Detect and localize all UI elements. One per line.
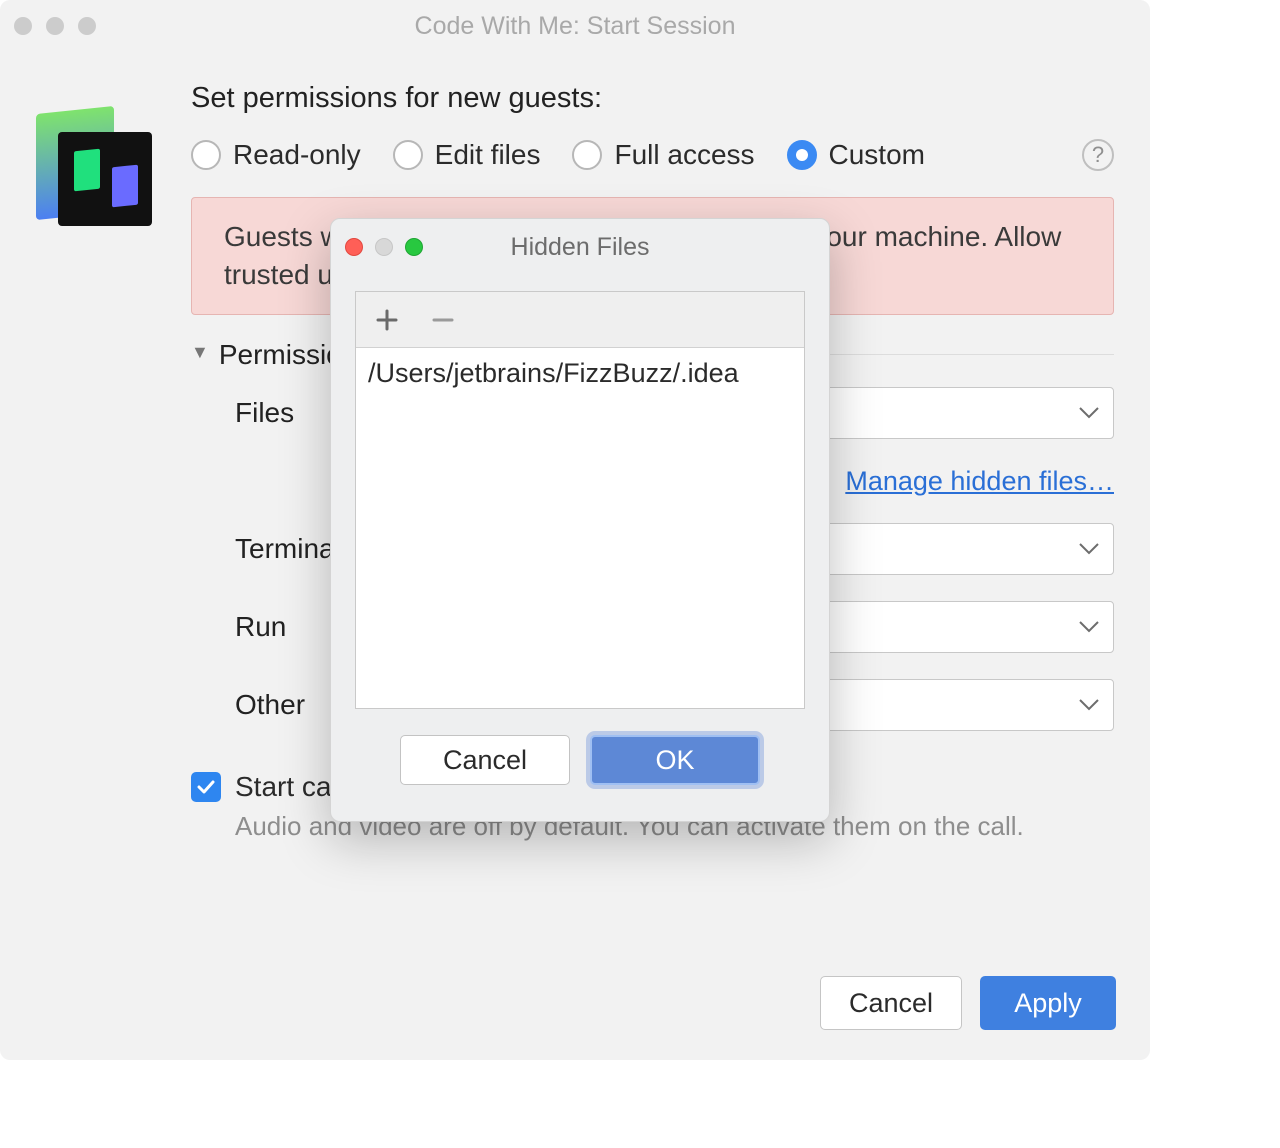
radio-label: Custom [829,139,925,171]
zoom-window-icon[interactable] [78,17,96,35]
chevron-down-icon [1079,699,1099,711]
chevron-down-icon [1079,621,1099,633]
chevron-down-icon [1079,407,1099,419]
list-items[interactable]: /Users/jetbrains/FizzBuzz/.idea [356,348,804,708]
close-window-icon[interactable] [14,17,32,35]
permissions-radio-group: Read-only Edit files Full access Custom … [191,139,1114,171]
list-item[interactable]: /Users/jetbrains/FizzBuzz/.idea [356,348,804,399]
minimize-window-icon[interactable] [375,238,393,256]
radio-label: Read-only [233,139,361,171]
close-window-icon[interactable] [345,238,363,256]
permissions-heading: Set permissions for new guests: [191,82,1114,115]
cancel-button[interactable]: Cancel [820,976,962,1030]
radio-icon [572,140,602,170]
radio-icon [191,140,221,170]
dialog-cancel-button[interactable]: Cancel [400,735,570,785]
main-button-row: Cancel Apply [820,976,1116,1030]
dialog-button-row: Cancel OK [331,735,829,785]
start-session-dialog: Code With Me: Start Session Set permissi… [0,0,1150,1060]
hidden-files-dialog: Hidden Files /Users/jetbrains/FizzBuzz/.… [330,218,830,822]
chevron-down-icon [1079,543,1099,555]
traffic-lights [14,17,96,35]
button-label: Cancel [849,988,933,1019]
list-toolbar [356,292,804,348]
zoom-window-icon[interactable] [405,238,423,256]
apply-button[interactable]: Apply [980,976,1116,1030]
dialog-ok-button[interactable]: OK [590,735,760,785]
manage-hidden-files-link[interactable]: Manage hidden files… [845,466,1114,496]
help-icon[interactable]: ? [1082,139,1114,171]
radio-icon [393,140,423,170]
radio-edit-files[interactable]: Edit files [393,139,541,171]
disclosure-down-icon: ▼ [191,342,209,363]
radio-label: Edit files [435,139,541,171]
button-label: Cancel [443,745,527,776]
add-item-button[interactable] [372,305,402,335]
radio-custom[interactable]: Custom [787,139,925,171]
button-label: Apply [1014,988,1082,1019]
main-window-title: Code With Me: Start Session [0,0,1150,52]
minimize-window-icon[interactable] [46,17,64,35]
code-with-me-logo-icon [36,110,146,220]
traffic-lights [345,238,423,256]
radio-label: Full access [614,139,754,171]
remove-item-button[interactable] [428,305,458,335]
button-label: OK [655,745,694,776]
radio-read-only[interactable]: Read-only [191,139,361,171]
start-call-label: Start call [235,771,344,803]
start-call-checkbox[interactable] [191,772,221,802]
radio-icon [787,140,817,170]
hidden-files-listbox: /Users/jetbrains/FizzBuzz/.idea [355,291,805,709]
main-window-titlebar: Code With Me: Start Session [0,0,1150,52]
dialog-titlebar: Hidden Files [331,219,829,275]
radio-full-access[interactable]: Full access [572,139,754,171]
